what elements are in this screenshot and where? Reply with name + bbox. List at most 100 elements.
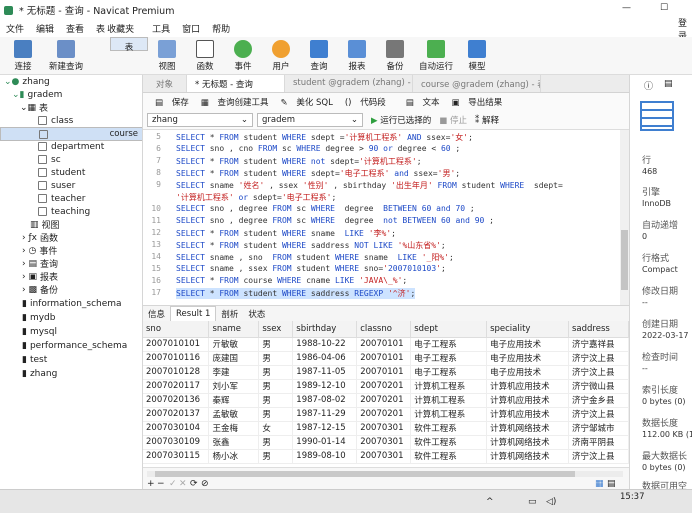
table-cell[interactable]: 20070201	[356, 393, 412, 408]
table-cell[interactable]: 2007020137	[143, 407, 210, 422]
table-cell[interactable]: 济宁汶上县	[568, 351, 629, 366]
tree-db-test[interactable]: ▮ test	[22, 353, 47, 366]
table-cell[interactable]: 1987-11-05	[292, 365, 358, 380]
table-cell[interactable]: 1986-04-06	[292, 351, 358, 366]
ddl-icon[interactable]: ▤	[664, 79, 673, 89]
stop-button[interactable]: ■ 停止	[439, 114, 467, 126]
tree-table-teaching[interactable]: teaching	[38, 205, 90, 218]
maximize-button[interactable]: ☐	[660, 3, 668, 13]
table-cell[interactable]: 1987-08-02	[292, 393, 358, 408]
table-cell[interactable]: 2007010128	[143, 365, 210, 380]
table-cell[interactable]: 计算机应用技术	[486, 407, 569, 422]
table-row[interactable]: 2007010116 庞建国男 1986-04-06 20070101 电子工程系 电子应…	[143, 351, 629, 366]
table-cell[interactable]: 1990-01-14	[292, 435, 358, 450]
table-cell[interactable]: 20070101	[356, 351, 412, 366]
table-cell[interactable]: 济宁汶上县	[568, 407, 629, 422]
toolbar-function-button[interactable]: 函数	[186, 37, 224, 75]
menu-table[interactable]: 表	[96, 22, 105, 35]
toolbar-event-button[interactable]: 事件	[224, 37, 262, 75]
stop-icon[interactable]: ⊘	[201, 479, 209, 489]
table-cell[interactable]: 计算机工程系	[410, 407, 488, 422]
export-results-button[interactable]: ▣ 导出结果	[445, 96, 502, 108]
column-header[interactable]: sbirthday	[292, 321, 358, 338]
table-cell[interactable]: 1989-12-10	[292, 379, 358, 394]
toolbar-user-button[interactable]: 用户	[262, 37, 300, 75]
table-cell[interactable]: 电子工程系	[410, 351, 488, 366]
table-cell[interactable]: 刘小军	[208, 379, 260, 394]
table-cell[interactable]: 杨小冰	[208, 449, 260, 464]
column-header[interactable]: sno	[143, 321, 210, 338]
table-cell[interactable]: 李建	[208, 365, 260, 380]
table-cell[interactable]: 电子工程系	[410, 365, 488, 380]
table-cell[interactable]: 20070301	[356, 449, 412, 464]
volume-icon[interactable]: ◁)	[546, 497, 556, 507]
menu-view[interactable]: 查看	[66, 22, 84, 35]
table-cell[interactable]: 济南平阴县	[568, 435, 629, 450]
apply-icon[interactable]: ✓	[169, 479, 177, 489]
toolbar-backup-button[interactable]: 备份	[376, 37, 414, 75]
database-select[interactable]: gradem ⌄	[257, 113, 363, 127]
table-cell[interactable]: 男	[258, 435, 294, 450]
table-cell[interactable]: 济宁微山县	[568, 379, 629, 394]
table-cell[interactable]: 男	[258, 365, 294, 380]
table-cell[interactable]: 计算机网络技术	[486, 421, 569, 436]
tree-table-suser[interactable]: suser	[38, 179, 75, 192]
discard-icon[interactable]: ✕	[179, 479, 187, 489]
tree-db-performance-schema[interactable]: ▮ performance_schema	[22, 339, 127, 352]
table-cell[interactable]: 20070101	[356, 365, 412, 380]
menu-help[interactable]: 帮助	[212, 22, 230, 35]
table-row[interactable]: 2007030115 杨小冰男 1989-08-10 20070301 软件工程系 计算机…	[143, 449, 629, 464]
table-cell[interactable]: 电子应用技术	[486, 337, 569, 352]
tree-table-student[interactable]: student	[38, 166, 85, 179]
tree-table-teacher[interactable]: teacher	[38, 192, 85, 205]
delete-row-icon[interactable]: −	[157, 479, 165, 489]
table-cell[interactable]: 计算机网络技术	[486, 449, 569, 464]
table-cell[interactable]: 1987-11-29	[292, 407, 358, 422]
table-cell[interactable]: 济宁嘉祥县	[568, 337, 629, 352]
tab-info[interactable]: 信息	[143, 306, 170, 322]
table-cell[interactable]: 电子应用技术	[486, 365, 569, 380]
table-cell[interactable]: 2007020117	[143, 379, 210, 394]
column-header[interactable]: saddress	[568, 321, 629, 338]
toolbar-new-query-button[interactable]: 新建查询	[42, 37, 90, 75]
table-row[interactable]: 2007030109 张鑫男 1990-01-14 20070301 软件工程系 计算机网…	[143, 435, 629, 450]
tree-db-zhang[interactable]: ▮ zhang	[22, 367, 57, 380]
table-row[interactable]: 2007020137 孟敏敏男 1987-11-29 20070201 计算机工程系 计算…	[143, 407, 629, 422]
table-row[interactable]: 2007020136 秦辉男 1987-08-02 20070201 计算机工程系 计算机…	[143, 393, 629, 408]
tab-student-table[interactable]: student @gradem (zhang) - ...	[285, 75, 413, 92]
toolbar-report-button[interactable]: 报表	[338, 37, 376, 75]
table-row[interactable]: 2007010128 李建男 1987-11-05 20070101 电子工程系 电子应用…	[143, 365, 629, 380]
grid-view-icon[interactable]: ▦	[595, 479, 604, 489]
toolbar-autorun-button[interactable]: 自动运行	[414, 37, 458, 75]
table-cell[interactable]: 软件工程系	[410, 449, 488, 464]
table-cell[interactable]: 1989-08-10	[292, 449, 358, 464]
connection-select[interactable]: zhang ⌄	[147, 113, 253, 127]
clock-time[interactable]: 15:37	[620, 492, 645, 502]
tree-database[interactable]: ⌄▮ gradem	[12, 88, 62, 101]
tree-queries[interactable]: › ▤ 查询	[22, 257, 58, 271]
editor-scrollbar[interactable]	[620, 130, 629, 305]
tree-connection[interactable]: ⌄● zhang	[4, 75, 50, 88]
run-selected-button[interactable]: ▶ 运行已选择的	[371, 114, 431, 126]
tab-course-table[interactable]: course @gradem (zhang) - 表	[413, 75, 541, 92]
toolbar-connect-button[interactable]: 连接	[4, 37, 42, 75]
table-cell[interactable]: 2007030115	[143, 449, 210, 464]
table-cell[interactable]: 2007030109	[143, 435, 210, 450]
tree-db-mysql[interactable]: ▮ mysql	[22, 325, 57, 338]
query-builder-button[interactable]: ▦ 查询创建工具	[195, 96, 269, 108]
toolbar-view-button[interactable]: 视图	[148, 37, 186, 75]
editor-scroll-thumb[interactable]	[621, 230, 628, 290]
menu-window[interactable]: 窗口	[182, 22, 200, 35]
menu-file[interactable]: 文件	[6, 22, 24, 35]
table-row[interactable]: 2007020117 刘小军男 1989-12-10 20070201 计算机工程系 计算…	[143, 379, 629, 394]
table-cell[interactable]: 软件工程系	[410, 421, 488, 436]
table-cell[interactable]: 20070201	[356, 407, 412, 422]
table-row[interactable]: 2007010101 亓敏敏男 1988-10-22 20070101 电子工程系 电子应…	[143, 337, 629, 352]
table-cell[interactable]: 计算机网络技术	[486, 435, 569, 450]
table-cell[interactable]: 2007030104	[143, 421, 210, 436]
table-cell[interactable]: 济宁汶上县	[568, 365, 629, 380]
toolbar-query-button[interactable]: 查询	[300, 37, 338, 75]
form-view-icon[interactable]: ▤	[607, 479, 616, 489]
table-cell[interactable]: 济宁邹城市	[568, 421, 629, 436]
table-cell[interactable]: 20070301	[356, 421, 412, 436]
